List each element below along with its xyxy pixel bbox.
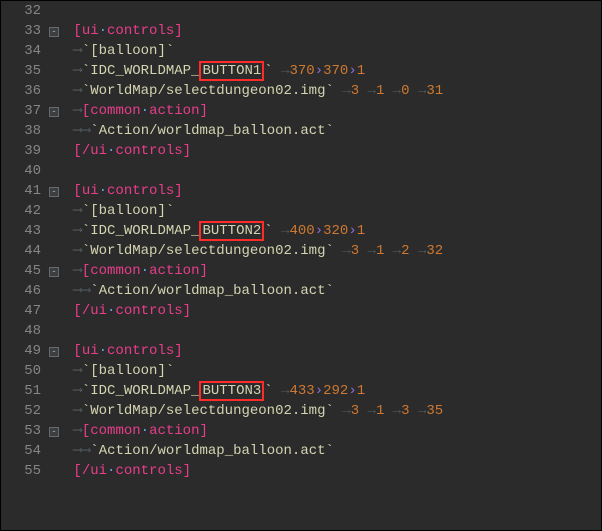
code-line[interactable]: 40 (1, 161, 601, 181)
line-number: 32 (1, 1, 47, 21)
indent-arrow-icon: ⟶ (73, 123, 81, 139)
line-number: 38 (1, 121, 47, 141)
code-line[interactable]: 41- [ui·controls] (1, 181, 601, 201)
code-line[interactable]: 46 ⟶⟶`Action/worldmap_balloon.act` (1, 281, 601, 301)
code-line[interactable]: 34 ⟶`[balloon]` (1, 41, 601, 61)
line-number: 52 (1, 401, 47, 421)
line-number: 55 (1, 461, 47, 481)
code-line[interactable]: 50 ⟶`[balloon]` (1, 361, 601, 381)
line-number: 41 (1, 181, 47, 201)
line-number: 35 (1, 61, 47, 81)
indent-arrow-icon: ⟶ (73, 63, 81, 79)
code-line[interactable]: 48 (1, 321, 601, 341)
line-number: 46 (1, 281, 47, 301)
line-number: 49 (1, 341, 47, 361)
code-line[interactable]: 35 ⟶`IDC_WORLDMAP_BUTTON1` →370›370›1 (1, 61, 601, 81)
indent-arrow-icon: ⟶ (73, 383, 81, 399)
fold-minus-icon[interactable]: - (49, 187, 59, 197)
code-line[interactable]: 33- [ui·controls] (1, 21, 601, 41)
fold-minus-icon[interactable]: - (49, 267, 59, 277)
line-number: 37 (1, 101, 47, 121)
line-number: 39 (1, 141, 47, 161)
indent-arrow-icon: ⟶ (73, 103, 81, 119)
indent-arrow-icon: ⟶ (73, 283, 81, 299)
code-line[interactable]: 49- [ui·controls] (1, 341, 601, 361)
line-number: 33 (1, 21, 47, 41)
fold-minus-icon[interactable]: - (49, 347, 59, 357)
line-number: 53 (1, 421, 47, 441)
indent-arrow-icon: ⟶ (73, 403, 81, 419)
indent-arrow-icon: ⟶ (73, 423, 81, 439)
line-number: 42 (1, 201, 47, 221)
code-line[interactable]: 36 ⟶`WorldMap/selectdungeon02.img` →3 →1… (1, 81, 601, 101)
line-number: 34 (1, 41, 47, 61)
indent-arrow-icon: ⟶ (73, 203, 81, 219)
line-number: 47 (1, 301, 47, 321)
line-number: 36 (1, 81, 47, 101)
code-line[interactable]: 37- ⟶[common·action] (1, 101, 601, 121)
indent-arrow-icon: ⟶ (73, 243, 81, 259)
line-number: 51 (1, 381, 47, 401)
code-line[interactable]: 54 ⟶⟶`Action/worldmap_balloon.act` (1, 441, 601, 461)
indent-arrow-icon: ⟶ (73, 363, 81, 379)
line-number: 54 (1, 441, 47, 461)
indent-arrow-icon: ⟶ (73, 83, 81, 99)
indent-arrow-icon: ⟶ (73, 223, 81, 239)
code-line[interactable]: 47 [/ui·controls] (1, 301, 601, 321)
highlight-box: BUTTON3 (199, 381, 264, 401)
line-number: 44 (1, 241, 47, 261)
indent-arrow-icon: ⟶ (73, 263, 81, 279)
code-line[interactable]: 51 ⟶`IDC_WORLDMAP_BUTTON3` →433›292›1 (1, 381, 601, 401)
code-line[interactable]: 53- ⟶[common·action] (1, 421, 601, 441)
line-number: 45 (1, 261, 47, 281)
code-editor[interactable]: 32 33- [ui·controls] 34 ⟶`[balloon]` 35 … (0, 0, 602, 531)
fold-minus-icon[interactable]: - (49, 27, 59, 37)
code-line[interactable]: 32 (1, 1, 601, 21)
indent-arrow-icon: ⟶ (73, 43, 81, 59)
fold-minus-icon[interactable]: - (49, 427, 59, 437)
line-number: 50 (1, 361, 47, 381)
code-line[interactable]: 52 ⟶`WorldMap/selectdungeon02.img` →3 →1… (1, 401, 601, 421)
code-line[interactable]: 38 ⟶⟶`Action/worldmap_balloon.act` (1, 121, 601, 141)
line-number: 48 (1, 321, 47, 341)
fold-minus-icon[interactable]: - (49, 107, 59, 117)
code-line[interactable]: 39 [/ui·controls] (1, 141, 601, 161)
line-number: 43 (1, 221, 47, 241)
highlight-box: BUTTON1 (199, 61, 264, 81)
highlight-box: BUTTON2 (199, 221, 264, 241)
code-line[interactable]: 55 [/ui·controls] (1, 461, 601, 481)
code-line[interactable]: 43 ⟶`IDC_WORLDMAP_BUTTON2` →400›320›1 (1, 221, 601, 241)
line-number: 40 (1, 161, 47, 181)
code-line[interactable]: 45- ⟶[common·action] (1, 261, 601, 281)
indent-arrow-icon: ⟶ (73, 443, 81, 459)
code-line[interactable]: 42 ⟶`[balloon]` (1, 201, 601, 221)
code-line[interactable]: 44 ⟶`WorldMap/selectdungeon02.img` →3 →1… (1, 241, 601, 261)
